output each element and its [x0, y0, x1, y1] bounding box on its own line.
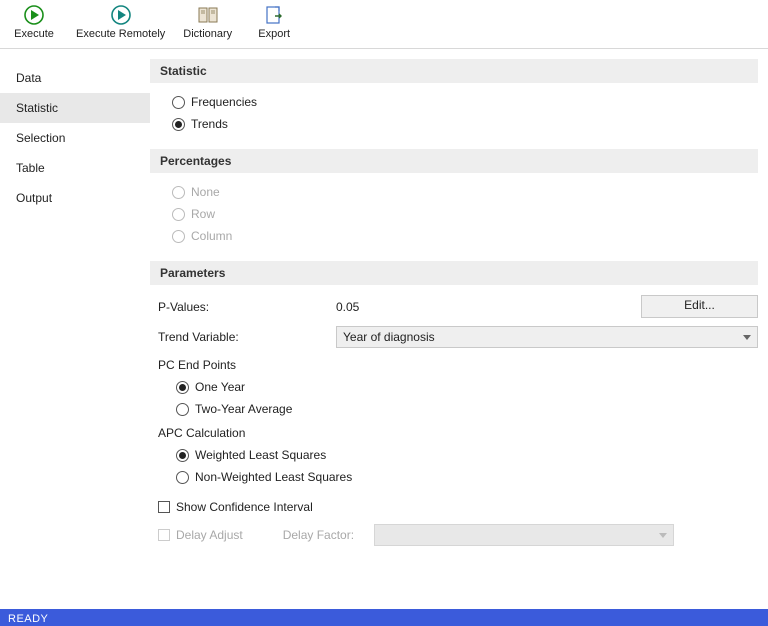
radio-label: Two-Year Average	[195, 402, 292, 416]
trend-variable-select[interactable]: Year of diagnosis	[336, 326, 758, 348]
delay-factor-select	[374, 524, 674, 546]
radio-column: Column	[172, 225, 758, 247]
radio-label: Non-Weighted Least Squares	[195, 470, 352, 484]
radio-label: One Year	[195, 380, 245, 394]
toolbar-label: Execute	[14, 27, 54, 41]
radio-icon	[176, 381, 189, 394]
sidebar-item-label: Output	[16, 191, 52, 205]
toolbar: Execute Execute Remotely Dictionary	[0, 0, 768, 49]
radio-two-year-average[interactable]: Two-Year Average	[176, 398, 758, 420]
checkbox-delay-adjust: Delay Adjust Delay Factor:	[158, 524, 758, 546]
section-header-statistic: Statistic	[150, 59, 758, 83]
radio-one-year[interactable]: One Year	[176, 376, 758, 398]
checkbox-show-ci[interactable]: Show Confidence Interval	[158, 496, 758, 518]
toolbar-label: Execute Remotely	[76, 27, 165, 41]
radio-label: Weighted Least Squares	[195, 448, 326, 462]
sidebar-item-label: Table	[16, 161, 45, 175]
checkbox-icon	[158, 501, 170, 513]
trendvar-label: Trend Variable:	[158, 330, 336, 344]
sidebar-item-label: Statistic	[16, 101, 58, 115]
radio-icon	[172, 186, 185, 199]
checkbox-label: Delay Adjust	[176, 528, 243, 542]
status-text: READY	[8, 613, 48, 625]
sidebar-item-data[interactable]: Data	[0, 63, 150, 93]
book-icon	[194, 4, 222, 26]
delay-factor-label: Delay Factor:	[283, 528, 354, 542]
radio-wls[interactable]: Weighted Least Squares	[176, 444, 758, 466]
pc-endpoints-label: PC End Points	[150, 352, 758, 376]
section-header-parameters: Parameters	[150, 261, 758, 285]
play-remote-icon	[107, 4, 135, 26]
toolbar-label: Dictionary	[183, 27, 232, 41]
radio-label: Row	[191, 207, 215, 221]
pvalues-value: 0.05	[336, 300, 546, 314]
sidebar-item-output[interactable]: Output	[0, 183, 150, 213]
toolbar-export[interactable]: Export	[250, 4, 298, 41]
edit-button[interactable]: Edit...	[641, 295, 758, 318]
sidebar-item-selection[interactable]: Selection	[0, 123, 150, 153]
select-value: Year of diagnosis	[343, 330, 435, 344]
sidebar: Data Statistic Selection Table Output	[0, 49, 150, 609]
radio-icon	[172, 208, 185, 221]
toolbar-dictionary[interactable]: Dictionary	[183, 4, 232, 41]
radio-nwls[interactable]: Non-Weighted Least Squares	[176, 466, 758, 488]
apc-calc-label: APC Calculation	[150, 420, 758, 444]
status-bar: READY	[0, 609, 768, 626]
play-icon	[20, 4, 48, 26]
sidebar-item-statistic[interactable]: Statistic	[0, 93, 150, 123]
radio-icon	[172, 96, 185, 109]
sidebar-item-table[interactable]: Table	[0, 153, 150, 183]
checkbox-label: Show Confidence Interval	[176, 500, 313, 514]
main-panel: Statistic Frequencies Trends Percentages…	[150, 49, 768, 609]
pvalues-label: P-Values:	[158, 300, 336, 314]
radio-trends[interactable]: Trends	[172, 113, 758, 135]
radio-row: Row	[172, 203, 758, 225]
radio-label: Column	[191, 229, 232, 243]
sidebar-item-label: Data	[16, 71, 41, 85]
radio-frequencies[interactable]: Frequencies	[172, 91, 758, 113]
radio-icon	[176, 449, 189, 462]
radio-label: Frequencies	[191, 95, 257, 109]
radio-icon	[176, 403, 189, 416]
toolbar-execute[interactable]: Execute	[10, 4, 58, 41]
radio-icon	[172, 118, 185, 131]
toolbar-label: Export	[258, 27, 290, 41]
sidebar-item-label: Selection	[16, 131, 65, 145]
radio-none: None	[172, 181, 758, 203]
checkbox-icon	[158, 529, 170, 541]
section-header-percentages: Percentages	[150, 149, 758, 173]
export-icon	[260, 4, 288, 26]
radio-label: None	[191, 185, 220, 199]
radio-label: Trends	[191, 117, 228, 131]
radio-icon	[172, 230, 185, 243]
toolbar-execute-remotely[interactable]: Execute Remotely	[76, 4, 165, 41]
radio-icon	[176, 471, 189, 484]
